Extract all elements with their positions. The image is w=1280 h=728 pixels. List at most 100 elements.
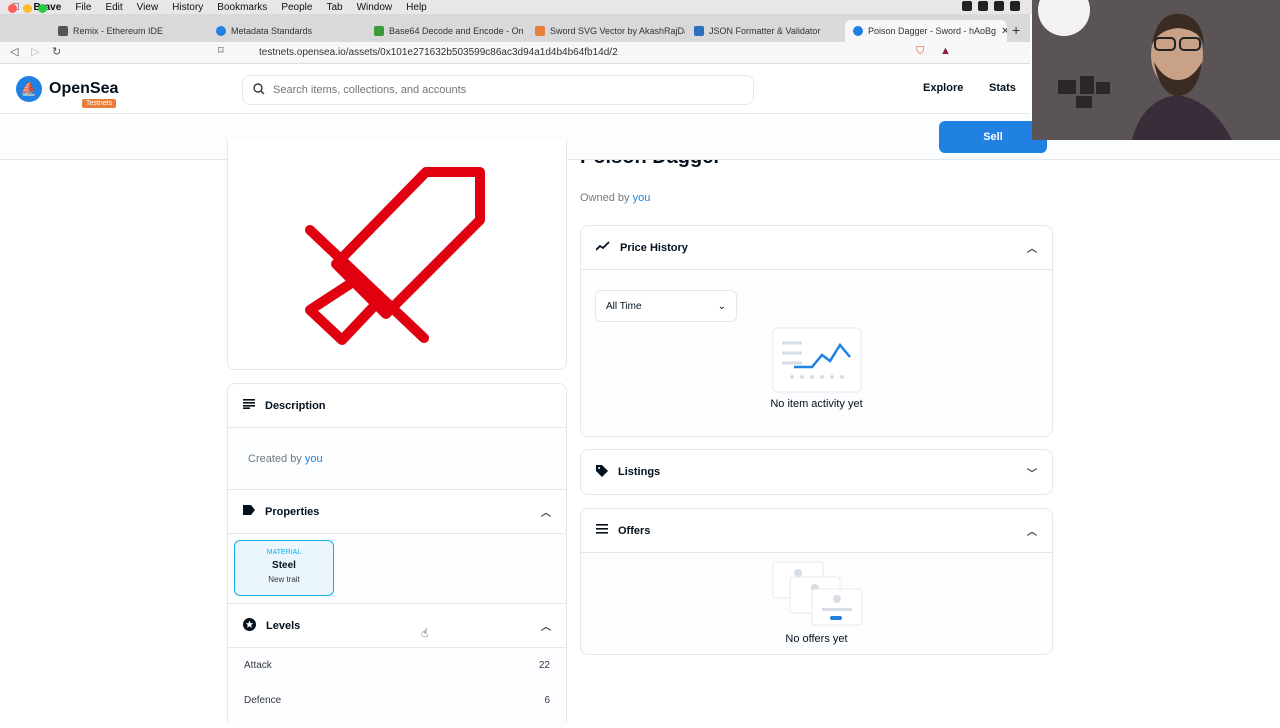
price-history-title: Price History xyxy=(620,241,688,254)
tab-label: Poison Dagger - Sword - hAoBg xyxy=(868,26,997,36)
properties-title: Properties xyxy=(265,505,320,518)
search-input[interactable] xyxy=(273,84,753,96)
close-window-icon[interactable] xyxy=(8,4,17,13)
tab-base64[interactable]: Base64 Decode and Encode - Onlin xyxy=(366,20,524,42)
url-field[interactable]: testnets.opensea.io/assets/0x101e271632b… xyxy=(259,47,618,58)
menu-view[interactable]: View xyxy=(137,2,159,13)
opensea-favicon-icon xyxy=(853,26,863,36)
time-range-select[interactable]: All Time ⌄ xyxy=(595,290,737,322)
price-history-body: All Time ⌄ No item activity yet xyxy=(581,270,1052,436)
listings-header[interactable]: Listings ﹀ xyxy=(581,450,1052,494)
opensea-favicon-icon xyxy=(216,26,226,36)
empty-offers-illustration xyxy=(772,561,863,626)
price-history-panel: Price History ︿ All Time ⌄ No item activ… xyxy=(580,225,1053,437)
close-tab-icon[interactable]: ✕ xyxy=(1001,26,1007,37)
empty-chart-illustration xyxy=(772,327,862,393)
level-value: 22 xyxy=(538,660,550,671)
star-icon xyxy=(243,617,256,634)
no-activity-text: No item activity yet xyxy=(770,398,863,410)
property-value: Steel xyxy=(272,560,296,571)
zoom-window-icon[interactable] xyxy=(38,4,47,13)
sword-image[interactable] xyxy=(298,160,488,350)
menu-help[interactable]: Help xyxy=(406,2,427,13)
tab-metadata[interactable]: Metadata Standards xyxy=(208,20,366,42)
tab-label: Metadata Standards xyxy=(231,26,313,36)
minimize-window-icon[interactable] xyxy=(23,4,32,13)
browser-tabbar: Remix - Ethereum IDE Metadata Standards … xyxy=(0,4,1030,42)
menu-window[interactable]: Window xyxy=(357,2,393,13)
status-icon[interactable] xyxy=(1010,1,1020,11)
owner-link[interactable]: you xyxy=(633,192,651,204)
new-tab-icon[interactable]: + xyxy=(1012,22,1020,38)
asset-image-card xyxy=(227,140,567,370)
offers-header[interactable]: Offers ︿ xyxy=(581,509,1052,553)
chevron-up-icon[interactable]: ︿ xyxy=(541,504,551,519)
tag-icon xyxy=(596,464,608,480)
time-range-value: All Time xyxy=(606,300,642,312)
owned-by: Owned by you xyxy=(580,192,650,204)
creator-link[interactable]: you xyxy=(305,453,323,465)
tab-label: Sword SVG Vector by AkashRajDah xyxy=(550,26,685,36)
back-icon[interactable]: ◁ xyxy=(10,45,18,58)
level-row: Defence 6 xyxy=(244,695,550,706)
search-bar[interactable] xyxy=(242,75,754,105)
level-value: 6 xyxy=(544,695,550,706)
levels-title: Levels xyxy=(266,619,301,632)
tab-sword-svg[interactable]: Sword SVG Vector by AkashRajDah xyxy=(527,20,685,42)
list-icon xyxy=(596,524,608,537)
created-by-label: Created by xyxy=(248,453,302,465)
nav-stats[interactable]: Stats xyxy=(989,82,1016,94)
chevron-down-icon: ⌄ xyxy=(717,300,726,312)
levels-header[interactable]: Levels ︿ xyxy=(228,604,566,648)
json-favicon-icon xyxy=(694,26,704,36)
menu-file[interactable]: File xyxy=(75,2,91,13)
properties-body: MATERIAL Steel New trait xyxy=(228,534,566,604)
no-offers-text: No offers yet xyxy=(785,633,848,645)
property-card[interactable]: MATERIAL Steel New trait xyxy=(234,540,334,596)
tab-remix[interactable]: Remix - Ethereum IDE xyxy=(50,20,208,42)
chevron-down-icon[interactable]: ﹀ xyxy=(1027,465,1037,480)
owned-by-label: Owned by xyxy=(580,192,630,204)
testnets-badge: Testnets xyxy=(82,99,117,108)
price-history-header[interactable]: Price History ︿ xyxy=(581,226,1052,270)
menu-history[interactable]: History xyxy=(172,2,203,13)
status-icons xyxy=(962,1,1020,11)
reload-icon[interactable]: ↻ xyxy=(52,45,61,58)
properties-header[interactable]: Properties ︿ xyxy=(228,490,566,534)
level-row: Attack 22 xyxy=(244,660,550,671)
brave-shield-icon[interactable]: ⛉ xyxy=(916,45,924,58)
status-icon[interactable] xyxy=(994,1,1004,11)
sell-button[interactable]: Sell xyxy=(939,121,1047,153)
description-header[interactable]: Description xyxy=(228,384,566,428)
opensea-logo-icon[interactable]: ⛵ xyxy=(16,76,42,102)
status-icon[interactable] xyxy=(978,1,988,11)
menu-people[interactable]: People xyxy=(281,2,312,13)
status-icon[interactable] xyxy=(962,1,972,11)
chevron-up-icon[interactable]: ︿ xyxy=(1027,240,1037,255)
menu-bookmarks[interactable]: Bookmarks xyxy=(217,2,267,13)
vector-favicon-icon xyxy=(535,26,545,36)
levels-body: Attack 22 Defence 6 xyxy=(228,648,566,728)
menu-tab[interactable]: Tab xyxy=(326,2,342,13)
tab-json-formatter[interactable]: JSON Formatter & Validator xyxy=(686,20,844,42)
nav-explore[interactable]: Explore xyxy=(923,82,963,94)
tab-poison-dagger[interactable]: Poison Dagger - Sword - hAoBg ✕ xyxy=(845,20,1007,42)
tag-icon xyxy=(243,505,255,518)
menu-edit[interactable]: Edit xyxy=(105,2,122,13)
address-bar: ◁ ▷ ↻ ⌑ testnets.opensea.io/assets/0x101… xyxy=(0,42,1030,64)
site-logo-text[interactable]: OpenSea xyxy=(49,80,118,98)
webcam-overlay xyxy=(1032,0,1280,140)
forward-icon[interactable]: ▷ xyxy=(31,45,39,58)
brave-rewards-icon[interactable]: ▲ xyxy=(940,45,951,57)
description-title: Description xyxy=(265,399,326,412)
tab-label: Remix - Ethereum IDE xyxy=(73,26,164,36)
details-panel: Description Created by you Properties ︿ … xyxy=(227,383,567,728)
property-rarity: New trait xyxy=(268,575,300,584)
chevron-up-icon[interactable]: ︿ xyxy=(541,618,551,633)
bookmark-icon[interactable]: ⌑ xyxy=(218,44,224,57)
tab-label: Base64 Decode and Encode - Onlin xyxy=(389,26,524,36)
level-label: Attack xyxy=(244,660,272,671)
search-icon xyxy=(253,82,265,98)
level-label: Defence xyxy=(244,695,282,706)
chevron-up-icon[interactable]: ︿ xyxy=(1027,523,1037,538)
